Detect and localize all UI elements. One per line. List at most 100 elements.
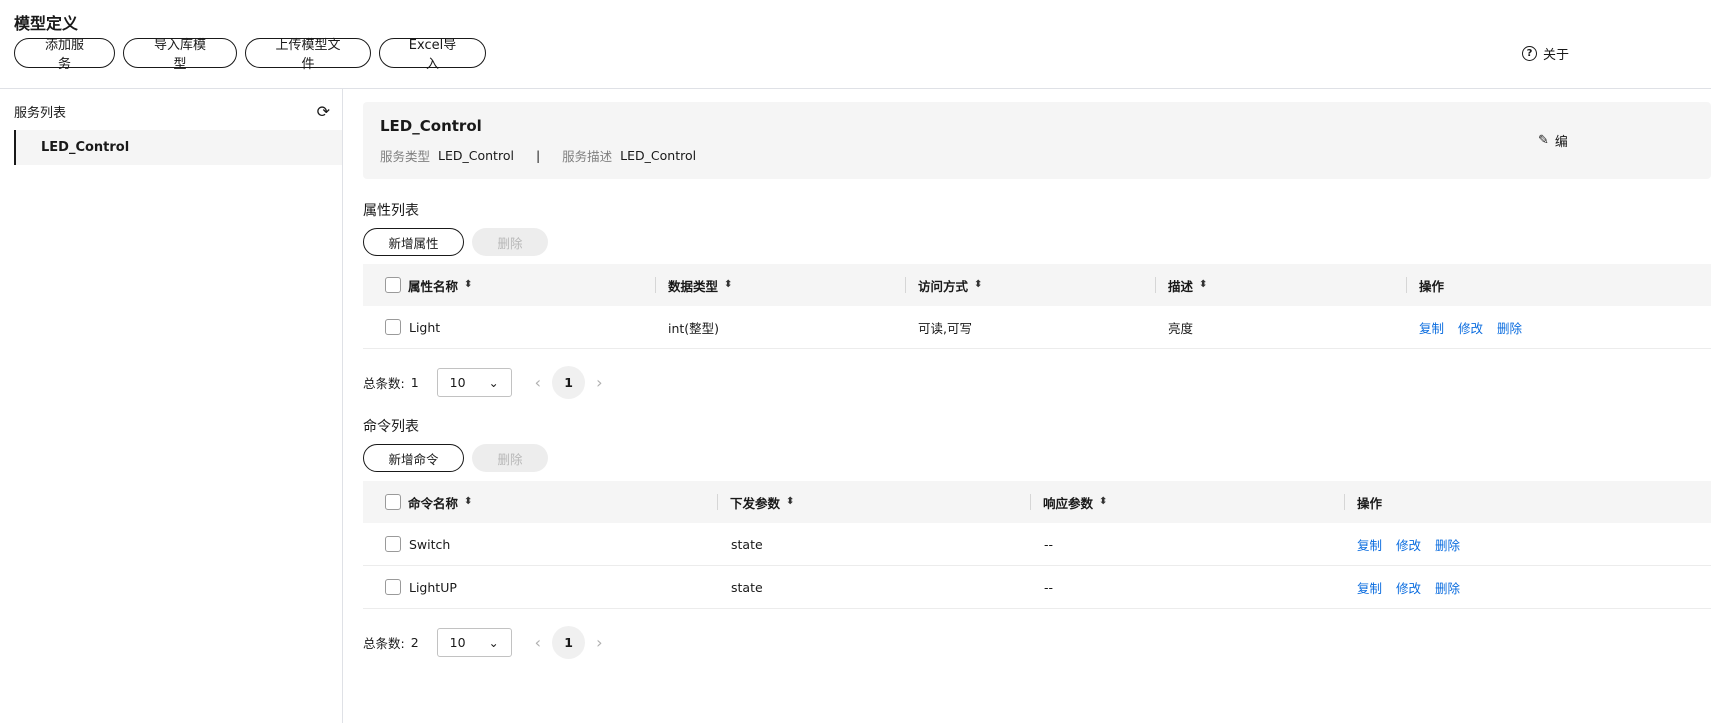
column-header-access[interactable]: 访问方式 ⬍ <box>918 264 982 306</box>
edit-service-button[interactable]: ✎ 编 <box>1538 131 1568 150</box>
page-title: 模型定义 <box>14 14 79 33</box>
sidebar-divider <box>342 89 343 723</box>
column-separator <box>1030 494 1031 510</box>
attribute-type: int(整型) <box>668 320 720 336</box>
about-label: 关于 <box>1543 48 1570 63</box>
row-actions: 复制 修改 删除 <box>1419 306 1536 348</box>
delete-link[interactable]: 删除 <box>1435 578 1460 597</box>
service-meta: 服务类型 LED_Control | 服务描述 LED_Control <box>380 146 696 165</box>
sidebar-item-label: LED_Control <box>41 140 130 155</box>
about-link[interactable]: ? 关于 <box>1522 44 1569 63</box>
sort-icon[interactable]: ⬍ <box>786 497 794 507</box>
column-label: 访问方式 <box>918 278 969 294</box>
meta-separator: | <box>535 148 541 163</box>
column-separator <box>655 277 656 293</box>
copy-link[interactable]: 复制 <box>1357 535 1382 554</box>
modify-link[interactable]: 修改 <box>1458 318 1483 337</box>
sort-icon[interactable]: ⬍ <box>1199 280 1207 290</box>
column-separator <box>1344 494 1345 510</box>
attribute-table: 属性名称 ⬍ 数据类型 ⬍ 访问方式 ⬍ 描述 ⬍ 操作 Light int(整型) 可… <box>363 264 1711 349</box>
upload-model-file-button[interactable]: 上传模型文件 <box>245 38 371 72</box>
copy-link[interactable]: 复制 <box>1357 578 1382 597</box>
column-header-name[interactable]: 属性名称 ⬍ <box>408 264 472 306</box>
prev-page-icon[interactable]: ‹ <box>535 373 541 392</box>
command-table-header: 命令名称 ⬍ 下发参数 ⬍ 响应参数 ⬍ 操作 <box>363 481 1711 523</box>
command-response: -- <box>1044 579 1054 595</box>
command-params: state <box>731 579 763 595</box>
total-label: 总条数: <box>363 376 405 391</box>
row-checkbox[interactable] <box>385 536 401 552</box>
attribute-table-header: 属性名称 ⬍ 数据类型 ⬍ 访问方式 ⬍ 描述 ⬍ 操作 <box>363 264 1711 306</box>
column-header-actions: 操作 <box>1357 495 1383 511</box>
sort-icon[interactable]: ⬍ <box>1099 497 1107 507</box>
page-size-select[interactable]: 10 ⌄ <box>436 368 512 397</box>
select-all-checkbox[interactable] <box>385 494 401 510</box>
command-name: LightUP <box>409 579 457 595</box>
service-type-value: LED_Control <box>438 148 514 163</box>
sort-icon[interactable]: ⬍ <box>464 280 472 290</box>
sidebar-item-led-control[interactable]: LED_Control <box>14 130 342 165</box>
prev-page-icon[interactable]: ‹ <box>535 633 541 652</box>
modify-link[interactable]: 修改 <box>1396 535 1421 554</box>
add-service-button[interactable]: 添加服务 <box>14 38 115 72</box>
attribute-actions: 新增属性 删除 <box>363 228 548 256</box>
column-header-params[interactable]: 下发参数 ⬍ <box>730 481 794 523</box>
service-type-label: 服务类型 <box>380 149 431 164</box>
page-size-value: 10 <box>449 375 466 390</box>
modify-link[interactable]: 修改 <box>1396 578 1421 597</box>
refresh-icon[interactable]: ⟳ <box>317 102 330 121</box>
column-separator <box>1155 277 1156 293</box>
column-label: 响应参数 <box>1043 495 1094 511</box>
column-label: 命令名称 <box>408 495 459 511</box>
add-attribute-button[interactable]: 新增属性 <box>363 228 464 256</box>
command-actions: 新增命令 删除 <box>363 444 548 472</box>
sort-icon[interactable]: ⬍ <box>724 280 732 290</box>
column-header-type[interactable]: 数据类型 ⬍ <box>668 264 732 306</box>
import-library-model-button[interactable]: 导入库模型 <box>123 38 237 72</box>
attribute-list-title: 属性列表 <box>363 203 419 219</box>
next-page-icon[interactable]: › <box>596 373 602 392</box>
service-info-card: LED_Control 服务类型 LED_Control | 服务描述 LED_… <box>363 102 1711 179</box>
attribute-pagination: 总条数: 1 10 ⌄ ‹ 1 › <box>363 366 613 399</box>
column-header-response[interactable]: 响应参数 ⬍ <box>1043 481 1107 523</box>
next-page-icon[interactable]: › <box>596 633 602 652</box>
command-name: Switch <box>409 536 451 552</box>
page-number[interactable]: 1 <box>552 626 586 659</box>
row-checkbox[interactable] <box>385 319 401 335</box>
page-number[interactable]: 1 <box>552 366 586 399</box>
delete-link[interactable]: 删除 <box>1435 535 1460 554</box>
sort-icon[interactable]: ⬍ <box>974 280 982 290</box>
command-pagination: 总条数: 2 10 ⌄ ‹ 1 › <box>363 626 613 659</box>
sidebar-title: 服务列表 <box>14 106 67 121</box>
column-label: 描述 <box>1168 278 1194 294</box>
sidebar-header: 服务列表 ⟳ <box>14 102 330 121</box>
column-header-desc[interactable]: 描述 ⬍ <box>1168 264 1207 306</box>
column-header-actions: 操作 <box>1419 278 1445 294</box>
toolbar: 添加服务 导入库模型 上传模型文件 Excel导入 <box>14 38 486 72</box>
table-row: Switch state -- 复制 修改 删除 <box>363 523 1711 566</box>
sort-icon[interactable]: ⬍ <box>464 497 472 507</box>
chevron-down-icon: ⌄ <box>488 375 499 390</box>
add-command-button[interactable]: 新增命令 <box>363 444 464 472</box>
command-params: state <box>731 536 763 552</box>
service-name: LED_Control <box>380 117 482 135</box>
attribute-name: Light <box>409 319 441 335</box>
column-header-name[interactable]: 命令名称 ⬍ <box>408 481 472 523</box>
command-response: -- <box>1044 536 1054 552</box>
excel-import-button[interactable]: Excel导入 <box>379 38 486 72</box>
copy-link[interactable]: 复制 <box>1419 318 1444 337</box>
edit-label: 编 <box>1554 135 1568 150</box>
delete-link[interactable]: 删除 <box>1497 318 1522 337</box>
table-row: LightUP state -- 复制 修改 删除 <box>363 566 1711 609</box>
pencil-icon: ✎ <box>1538 133 1549 148</box>
delete-command-button[interactable]: 删除 <box>472 444 548 472</box>
column-separator <box>905 277 906 293</box>
command-table: 命令名称 ⬍ 下发参数 ⬍ 响应参数 ⬍ 操作 Switch state -- 复制 … <box>363 481 1711 609</box>
delete-attribute-button[interactable]: 删除 <box>472 228 548 256</box>
row-checkbox[interactable] <box>385 579 401 595</box>
column-label: 属性名称 <box>408 278 459 294</box>
row-actions: 复制 修改 删除 <box>1357 523 1474 565</box>
header-divider <box>0 88 1711 89</box>
page-size-select[interactable]: 10 ⌄ <box>436 628 512 657</box>
select-all-checkbox[interactable] <box>385 277 401 293</box>
